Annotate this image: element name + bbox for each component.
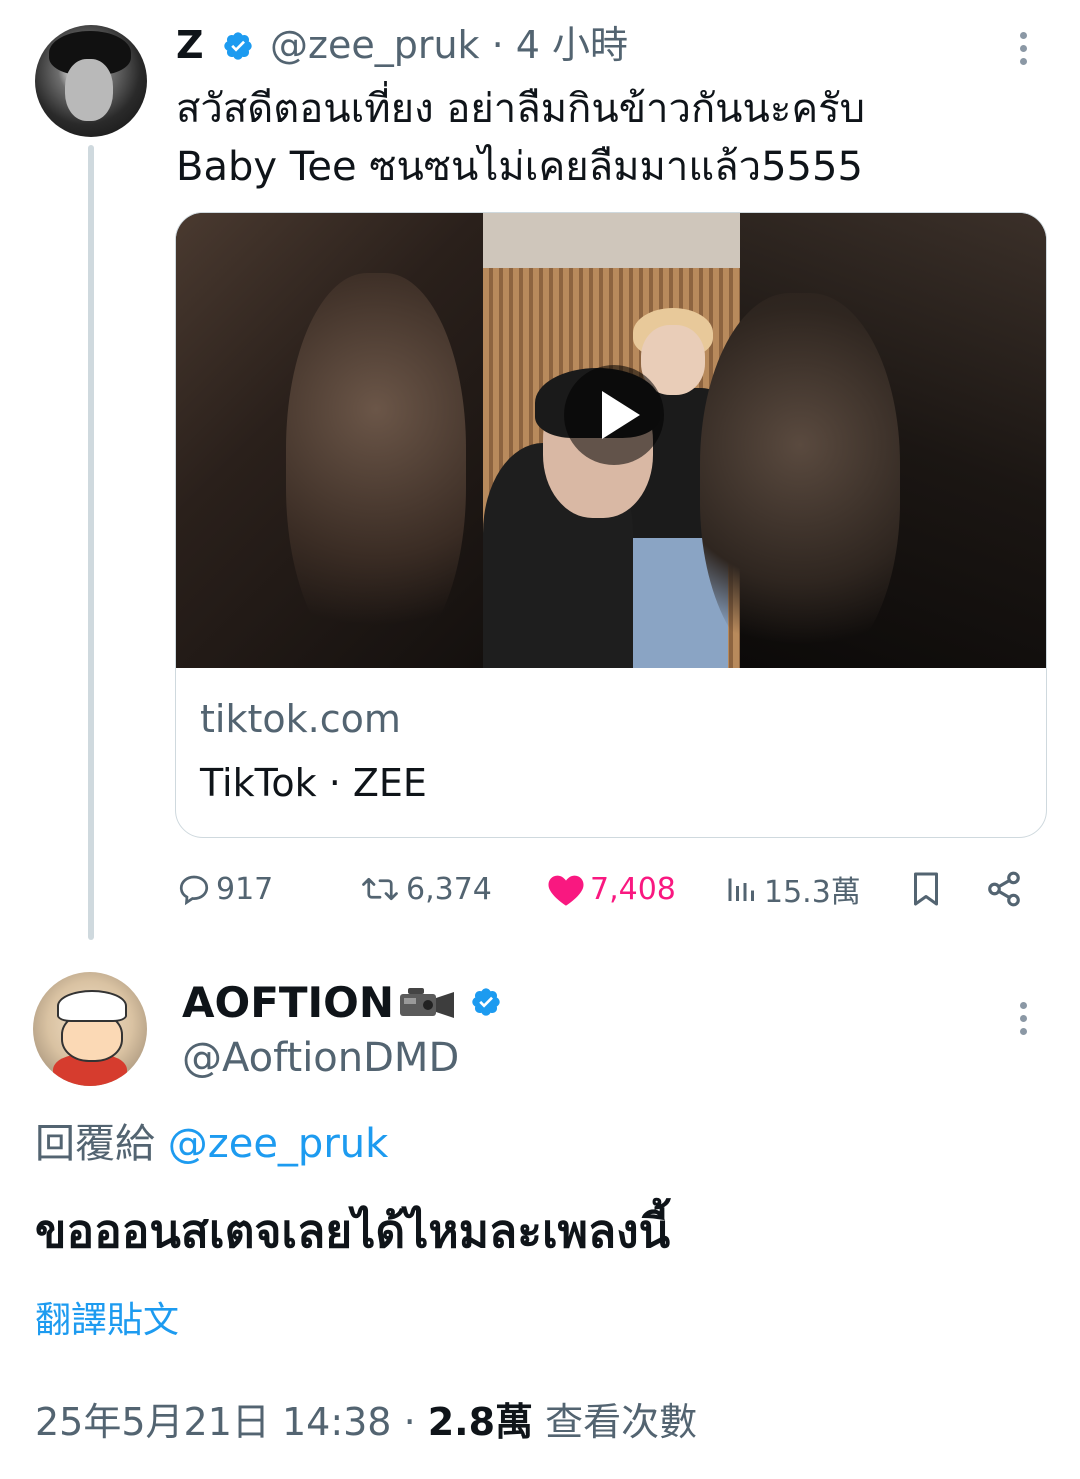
blurred-background-right [700, 213, 1046, 668]
more-options-icon[interactable] [1008, 998, 1038, 1038]
more-options-icon[interactable] [1008, 28, 1038, 68]
verified-badge-icon [224, 32, 252, 60]
translate-post-link[interactable]: 翻譯貼文 [35, 1298, 179, 1344]
share-button[interactable] [985, 866, 1023, 912]
view-count: 2.8萬 [427, 1400, 534, 1444]
avatar-zee[interactable] [35, 25, 147, 137]
blurred-background-left [176, 213, 483, 668]
reply-count: 917 [216, 871, 274, 907]
bookmark-icon [914, 872, 938, 906]
like-count: 7,408 [590, 871, 676, 907]
view-label: 查看次數 [533, 1400, 698, 1444]
views-icon [728, 878, 754, 901]
parent-tweet-text: สวัสดีตอนเที่ยง อย่าลืมกินข้าวกันนะครับ … [176, 80, 1036, 196]
reply-tweet-text: ขอออนสเตจเลยได้ไหมละเพลงนี้ [35, 1204, 671, 1258]
replying-to-mention[interactable]: @zee_pruk [168, 1121, 389, 1167]
heart-icon [548, 875, 584, 906]
tweet-meta: 25年5月21日 14:38 · 2.8萬 查看次數 [35, 1396, 697, 1448]
timestamp[interactable]: 25年5月21日 14:38 [35, 1400, 391, 1444]
video-camera-icon [400, 988, 454, 1018]
video-thumbnail[interactable] [176, 213, 1046, 668]
reply-display-name[interactable]: AOFTION [182, 978, 394, 1028]
share-icon [988, 871, 1020, 907]
reply-icon [179, 875, 209, 906]
retweet-count: 6,374 [406, 871, 492, 907]
views-button[interactable]: 15.3萬 [724, 866, 861, 912]
bookmark-button[interactable] [908, 866, 944, 912]
views-count: 15.3萬 [764, 875, 861, 910]
parent-time: · 4 小時 [491, 23, 629, 67]
verified-badge-icon [472, 988, 500, 1016]
card-domain: tiktok.com [200, 697, 401, 741]
like-button[interactable]: 7,408 [546, 866, 676, 912]
reply-handle[interactable]: @AoftionDMD [182, 1034, 459, 1082]
thread-line [88, 145, 94, 940]
parent-display-name[interactable]: Z [176, 22, 204, 68]
retweet-button[interactable]: 6,374 [358, 866, 492, 912]
parent-handle-time[interactable]: @zee_pruk · 4 小時 [270, 22, 628, 68]
play-icon[interactable] [564, 365, 664, 465]
parent-text-line-1: สวัสดีตอนเที่ยง อย่าลืมกินข้าวกันนะครับ [176, 86, 865, 132]
retweet-icon [362, 877, 398, 901]
reply-button[interactable]: 917 [176, 866, 273, 912]
avatar-aoftion[interactable] [33, 972, 147, 1086]
replying-to: 回覆給 @zee_pruk [35, 1118, 388, 1170]
replying-to-label: 回覆給 [35, 1121, 155, 1167]
meta-separator: · [391, 1400, 428, 1444]
card-title: TikTok · ZEE [200, 761, 427, 805]
parent-text-line-2: Baby Tee ซนซนไม่เคยลืมมาแล้ว5555 [176, 144, 863, 190]
parent-handle[interactable]: @zee_pruk [270, 23, 480, 67]
link-card[interactable]: tiktok.com TikTok · ZEE [175, 212, 1047, 838]
